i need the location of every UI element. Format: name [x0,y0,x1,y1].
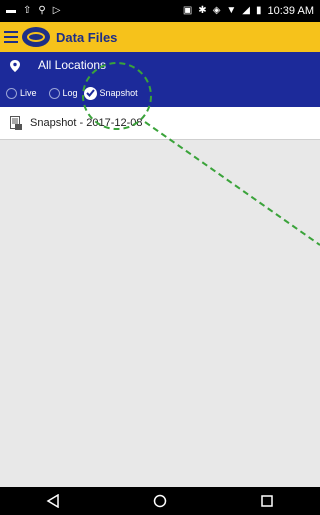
recents-icon[interactable] [255,491,279,511]
upload-icon: ⇧ [23,5,32,16]
back-icon[interactable] [41,491,65,511]
navigation-bar [0,487,320,515]
filter-snapshot[interactable]: Snapshot [83,86,138,100]
filter-live[interactable]: Live [6,87,37,99]
location-selector[interactable]: All Locations [0,52,320,78]
home-icon[interactable] [148,491,172,511]
filter-snapshot-label: Snapshot [99,88,138,98]
file-name: Snapshot - 2017-12-08 [30,117,143,129]
play-store-icon: ▷ [52,5,61,16]
app-logo-icon [22,27,50,47]
status-time: 10:39 AM [267,5,314,17]
filter-log-label: Log [62,88,78,98]
status-bar: ▬ ⇧ ⚲ ▷ ▣ ✱ ◈ ▼ ◢ ▮ 10:39 AM [0,0,320,22]
file-icon [10,116,22,130]
wifi-icon: ▼ [226,5,237,16]
bluetooth-icon: ✱ [198,5,207,16]
location-label: All Locations [38,58,107,72]
location-pin-icon [10,60,20,72]
radio-unchecked-icon [48,87,60,99]
nfc-icon: ▣ [182,5,193,16]
radio-unchecked-icon [6,87,17,99]
app-bar: Data Files [0,22,320,52]
data-type-filter: Live Log Snapshot [0,82,320,104]
video-icon: ▬ [6,5,16,16]
battery-icon: ▮ [256,5,262,16]
hamburger-icon[interactable] [4,31,18,43]
filter-log[interactable]: Log [48,87,78,99]
file-list: Snapshot - 2017-12-08 [0,107,320,487]
filter-live-label: Live [20,88,37,98]
location-icon: ⚲ [38,5,46,16]
filter-header: All Locations Live Log Snapshot [0,52,320,107]
vibrate-icon: ◈ [212,5,221,16]
page-title: Data Files [56,29,118,45]
signal-icon: ◢ [242,5,250,16]
radio-checked-icon [83,86,97,100]
list-item[interactable]: Snapshot - 2017-12-08 [0,107,320,140]
